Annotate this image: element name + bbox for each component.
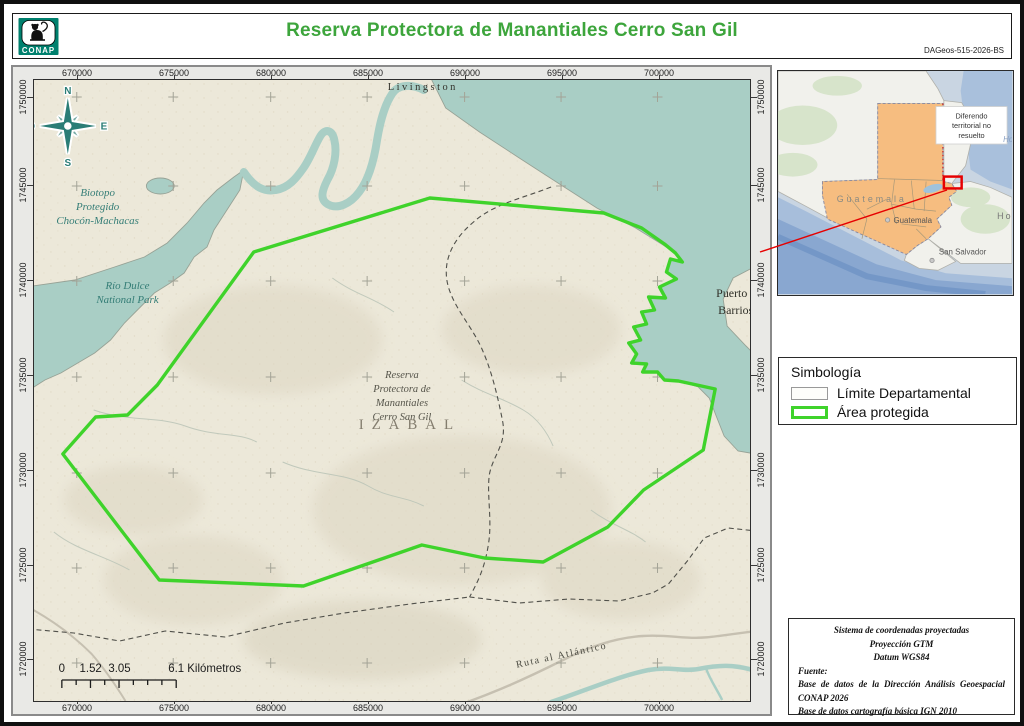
inset-locator-map: Diferendo territorial no resuelto Guatem… bbox=[777, 70, 1014, 296]
y-coordinate-label: 1750000 bbox=[756, 79, 766, 114]
svg-text:Protegido: Protegido bbox=[75, 201, 120, 213]
crs-line: Sistema de coordenadas proyectadas bbox=[798, 624, 1005, 638]
inset-san-salvador-dot bbox=[930, 258, 934, 262]
map-canvas: Livingston Biotopo Protegido Chocón-Mach… bbox=[33, 79, 751, 702]
projection-line: Proyección GTM bbox=[798, 638, 1005, 652]
inset-san-salvador-label: San Salvador bbox=[939, 248, 987, 257]
legend-item-departmental: Límite Departamental bbox=[791, 385, 971, 401]
svg-text:resuelto: resuelto bbox=[958, 131, 984, 140]
departmental-swatch bbox=[791, 387, 828, 400]
inset-country-label: Guatemala bbox=[837, 194, 907, 204]
map-credits-box: Sistema de coordenadas proyectadas Proye… bbox=[788, 618, 1015, 715]
y-coordinate-label: 1720000 bbox=[756, 641, 766, 676]
x-coordinate-label: 680000 bbox=[256, 703, 286, 713]
source-line-2: CONAP 2026 bbox=[798, 692, 1005, 706]
grid-tick bbox=[751, 375, 757, 376]
svg-text:Chocón-Machacas: Chocón-Machacas bbox=[56, 215, 139, 227]
scale-end: 6.1 Kilómetros bbox=[168, 663, 241, 675]
svg-text:territorial no: territorial no bbox=[952, 121, 991, 130]
scale-0: 0 bbox=[59, 663, 65, 675]
label-livingston: Livingston bbox=[388, 82, 458, 93]
y-coordinate-label: 1725000 bbox=[756, 547, 766, 582]
svg-text:National Park: National Park bbox=[95, 294, 159, 306]
page-title: Reserva Protectora de Manantiales Cerro … bbox=[13, 20, 1011, 42]
legend-panel: Simbología Límite Departamental Área pro… bbox=[778, 357, 1017, 425]
svg-text:Puerto: Puerto bbox=[716, 286, 747, 300]
svg-text:Protectora de: Protectora de bbox=[372, 384, 431, 395]
y-coordinate-label: 1730000 bbox=[756, 452, 766, 487]
inset-sea-label: Hond bbox=[1003, 135, 1012, 144]
scale-mid1: 1.52 bbox=[80, 663, 102, 675]
inset-note-box: Diferendo territorial no resuelto bbox=[936, 107, 1007, 144]
source-heading: Fuente: bbox=[798, 665, 1005, 679]
grid-tick bbox=[751, 470, 757, 471]
y-coordinate-label: 1740000 bbox=[756, 262, 766, 297]
inset-city-dot bbox=[885, 218, 889, 222]
grid-tick bbox=[751, 97, 757, 98]
x-coordinate-label: 690000 bbox=[450, 703, 480, 713]
x-coordinate-label: 700000 bbox=[644, 703, 674, 713]
grid-tick bbox=[751, 280, 757, 281]
compass-east: E bbox=[101, 121, 108, 132]
x-coordinate-label: 675000 bbox=[159, 703, 189, 713]
svg-text:Río Dulce: Río Dulce bbox=[104, 280, 149, 292]
svg-text:Reserva: Reserva bbox=[384, 370, 419, 381]
scale-mid2: 3.05 bbox=[108, 663, 130, 675]
header-title-box: CONAP Reserva Protectora de Manantiales … bbox=[12, 13, 1012, 59]
svg-text:Diferendo: Diferendo bbox=[955, 111, 987, 120]
logo-text: CONAP bbox=[22, 46, 55, 55]
grid-tick bbox=[751, 565, 757, 566]
svg-text:Barrios: Barrios bbox=[718, 303, 750, 317]
svg-text:Manantiales: Manantiales bbox=[375, 398, 428, 409]
protected-area-swatch bbox=[791, 406, 828, 419]
legend-item-protected: Área protegida bbox=[791, 404, 929, 420]
label-izabal: IZABAL bbox=[359, 417, 461, 433]
compass-south: S bbox=[64, 158, 71, 169]
x-coordinate-label: 695000 bbox=[547, 703, 577, 713]
inset-honduras-label: Ho bbox=[997, 211, 1012, 221]
datum-line: Datum WGS84 bbox=[798, 651, 1005, 665]
inset-city-label: Guatemala bbox=[894, 216, 933, 225]
map-frame: 6700006700006750006750006800006800006850… bbox=[11, 65, 772, 716]
document-code: DAGeos-515-2026-BS bbox=[924, 46, 1004, 55]
y-coordinate-label: 1745000 bbox=[756, 167, 766, 202]
grid-tick bbox=[751, 185, 757, 186]
grid-tick bbox=[751, 659, 757, 660]
compass-north: N bbox=[64, 86, 71, 97]
x-coordinate-label: 670000 bbox=[62, 703, 92, 713]
x-coordinate-label: 685000 bbox=[353, 703, 383, 713]
source-line-3: Base de datos cartografía básica IGN 201… bbox=[798, 705, 1005, 719]
legend-title: Simbología bbox=[791, 364, 861, 380]
y-coordinate-label: 1735000 bbox=[756, 357, 766, 392]
source-line-1: Base de datos de la Dirección Análisis G… bbox=[798, 678, 1005, 692]
svg-text:Biotopo: Biotopo bbox=[80, 187, 115, 199]
